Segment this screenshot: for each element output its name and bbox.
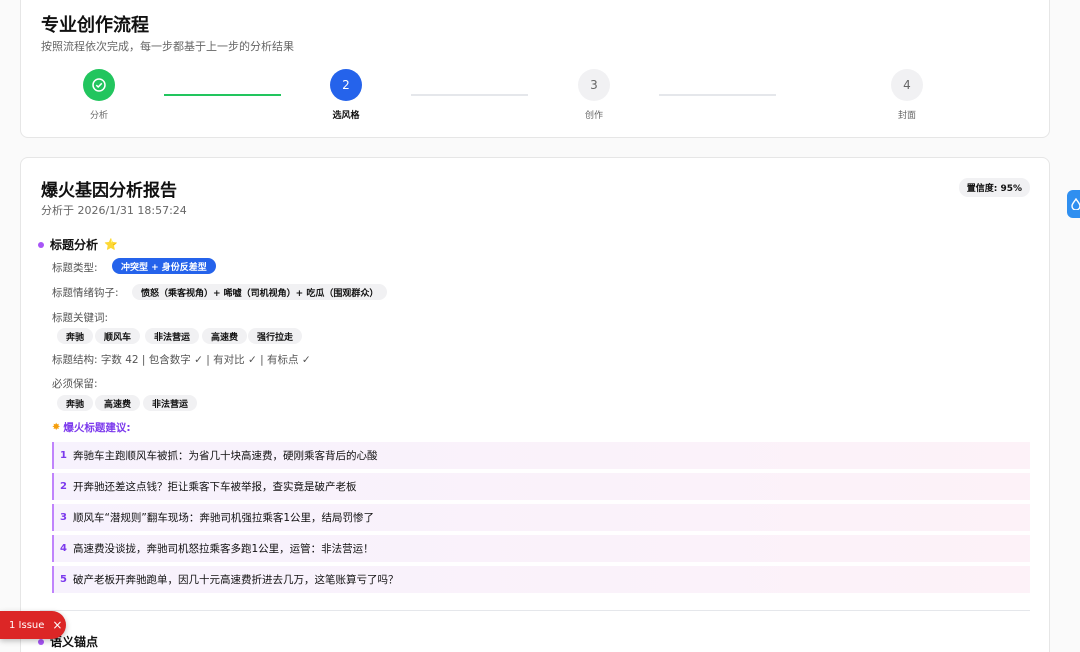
suggestion-text: 顺风车“潜规则”翻车现场：奔驰司机强拉乘客1公里，结局罚惨了 xyxy=(72,512,375,524)
step-label-cover: 封面 xyxy=(897,111,916,121)
suggestion-number: 5 xyxy=(60,574,67,585)
keyword-chip: 顺风车 xyxy=(95,328,141,344)
suggestion-text: 开奔驰还差这点钱？拒让乘客下车被举报，查实竟是破产老板 xyxy=(72,481,357,493)
title-suggestion[interactable]: 3 顺风车“潜规则”翻车现场：奔驰司机强拉乘客1公里，结局罚惨了 xyxy=(52,504,1030,531)
step-cover[interactable]: 4 xyxy=(891,69,923,101)
keyword-chip: 高速费 xyxy=(202,328,248,344)
report-timestamp: 分析于 2026/1/31 18:57:24 xyxy=(41,204,187,217)
suggestions-heading: ✸ 爆火标题建议: xyxy=(52,420,131,435)
step-connector-3 xyxy=(659,94,776,96)
step-connector-2 xyxy=(411,94,528,96)
hook-label: 标题情绪钩子: xyxy=(52,287,119,299)
drop-icon xyxy=(1071,198,1080,210)
confidence-badge: 置信度: 95% xyxy=(958,178,1030,197)
step-connector-1 xyxy=(164,94,281,96)
suggestion-text: 破产老板开奔驰跑单，因几十元高速费折进去几万，这笔账算亏了吗？ xyxy=(72,574,399,586)
suggestion-text: 高速费没谈拢，奔驰司机怒拉乘客多跑1公里，运管：非法营运！ xyxy=(72,543,374,555)
issue-badge[interactable]: 1 Issue × xyxy=(0,611,66,639)
close-icon[interactable]: × xyxy=(52,618,62,632)
keyword-chip: 非法营运 xyxy=(145,328,200,344)
suggestions-label: 爆火标题建议: xyxy=(63,422,131,434)
bullet-dot xyxy=(38,241,44,248)
suggestion-text: 奔驰车主跑顺风车被抓：为省几十块高速费，硬刚乘客背后的心酸 xyxy=(72,450,378,462)
suggestion-number: 3 xyxy=(60,512,67,523)
step-create[interactable]: 3 xyxy=(578,69,610,101)
suggestion-number: 4 xyxy=(60,543,67,554)
issue-label: 1 Issue xyxy=(9,619,45,631)
type-chip: 冲突型 + 身份反差型 xyxy=(112,258,216,274)
step-analysis-done[interactable] xyxy=(83,69,115,101)
title-suggestion[interactable]: 5 破产老板开奔驰跑单，因几十元高速费折进去几万，这笔账算亏了吗？ xyxy=(52,566,1030,593)
section-divider xyxy=(40,610,1030,611)
workflow-title: 专业创作流程 xyxy=(41,15,149,36)
must-keep-chip: 高速费 xyxy=(95,395,141,411)
title-analysis-heading: 标题分析 ⭐ xyxy=(38,236,118,253)
report-title: 爆火基因分析报告 xyxy=(41,181,177,201)
side-float-button[interactable] xyxy=(1067,190,1080,218)
type-label: 标题类型: xyxy=(52,262,98,274)
suggestion-number: 1 xyxy=(60,450,67,461)
keyword-chip: 奔驰 xyxy=(57,328,94,344)
keyword-chip: 强行拉走 xyxy=(248,328,303,344)
step-label-create: 创作 xyxy=(584,111,603,121)
sparkle-icon: ✸ xyxy=(52,422,61,433)
step-label-analysis: 分析 xyxy=(89,111,108,121)
must-keep-chip: 奔驰 xyxy=(57,395,94,411)
suggestion-number: 2 xyxy=(60,481,67,492)
star-icon: ⭐ xyxy=(104,238,118,251)
title-suggestion[interactable]: 4 高速费没谈拢，奔驰司机怒拉乘客多跑1公里，运管：非法营运！ xyxy=(52,535,1030,562)
workflow-subtitle: 按照流程依次完成，每一步都基于上一步的分析结果 xyxy=(41,40,294,53)
section-label: 标题分析 xyxy=(50,238,99,252)
keywords-label: 标题关键词: xyxy=(52,312,109,324)
step-label-style: 选风格 xyxy=(332,111,360,121)
must-keep-label: 必须保留: xyxy=(52,378,98,390)
title-suggestion[interactable]: 2 开奔驰还差这点钱？拒让乘客下车被举报，查实竟是破产老板 xyxy=(52,473,1030,500)
step-style-active[interactable]: 2 xyxy=(330,69,362,101)
must-keep-chip: 非法营运 xyxy=(143,395,198,411)
bullet-dot xyxy=(38,638,44,645)
structure-text: 标题结构: 字数 42 | 包含数字 ✓ | 有对比 ✓ | 有标点 ✓ xyxy=(52,354,311,366)
hook-chip: 愤怒（乘客视角）+ 唏嘘（司机视角）+ 吃瓜（围观群众） xyxy=(132,284,388,300)
check-circle-icon xyxy=(92,78,106,92)
title-suggestion[interactable]: 1 奔驰车主跑顺风车被抓：为省几十块高速费，硬刚乘客背后的心酸 xyxy=(52,442,1030,469)
